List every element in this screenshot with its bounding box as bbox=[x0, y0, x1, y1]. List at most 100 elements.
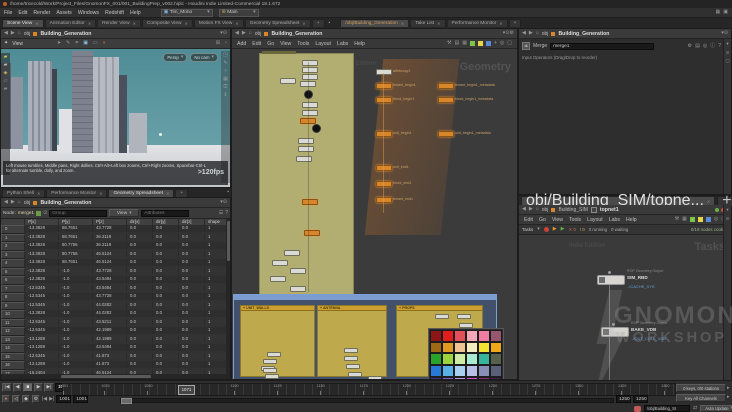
palette-swatch[interactable] bbox=[466, 330, 478, 342]
table-row[interactable]: 16 -13.1288 -1.0 41.873 0.0 0.0 0.0 1 bbox=[1, 361, 227, 370]
pane-menu-icon[interactable]: ▪ bbox=[227, 190, 229, 195]
sop-node[interactable] bbox=[298, 138, 314, 144]
topnet-menu-edit[interactable]: Edit bbox=[524, 217, 533, 223]
horizontal-scrollbar[interactable] bbox=[1, 374, 230, 379]
sop-node[interactable] bbox=[376, 83, 392, 89]
row-id[interactable]: 13 bbox=[1, 335, 25, 344]
palette-swatch[interactable] bbox=[490, 365, 502, 377]
net-menu-tools[interactable]: Tools bbox=[297, 41, 309, 47]
sop-node[interactable] bbox=[304, 230, 320, 236]
palette-swatch[interactable] bbox=[478, 376, 490, 379]
path-node-name[interactable]: Building_Generation bbox=[271, 31, 322, 37]
chevron-down-icon[interactable]: ▾ bbox=[726, 41, 728, 47]
null-node[interactable] bbox=[312, 124, 321, 133]
home-icon[interactable]: ⌂ bbox=[18, 200, 21, 205]
table-row[interactable]: 13 -13.1288 -1.0 42.1989 0.0 0.0 0.0 1 bbox=[1, 335, 227, 344]
close-icon[interactable]: ✕ bbox=[35, 21, 38, 26]
range-slider[interactable] bbox=[120, 398, 614, 404]
menu-file[interactable]: File bbox=[4, 10, 12, 16]
table-row[interactable]: 5 -12.3828 -1.0 43.7728 0.0 0.0 0.0 1 bbox=[1, 267, 227, 276]
path-root[interactable]: obj bbox=[542, 207, 549, 213]
sop-node[interactable] bbox=[302, 199, 318, 205]
window-menu-icon[interactable] bbox=[3, 2, 7, 6]
sop-node[interactable] bbox=[280, 78, 296, 84]
tab-scene-view[interactable]: Scene View ✕ bbox=[2, 19, 44, 27]
row-id[interactable]: 14 bbox=[1, 344, 25, 353]
table-row[interactable]: 7 -12.5345 -1.0 43.5484 0.0 0.0 0.0 1 bbox=[1, 284, 227, 293]
top-node-path[interactable]: ../OUT_COLL_VDB bbox=[631, 336, 666, 341]
table-row[interactable]: 14 -13.1288 -1.0 43.5484 0.0 0.0 0.0 1 bbox=[1, 344, 227, 353]
range-start2-field[interactable]: 1001 bbox=[73, 395, 89, 403]
step-back-icon[interactable]: |◀ bbox=[42, 396, 47, 402]
table-row[interactable]: 15 -12.5345 -1.0 41.873 0.0 0.0 0.0 1 bbox=[1, 352, 227, 361]
palette-swatch[interactable] bbox=[430, 341, 442, 354]
go-start-button[interactable]: |◀ bbox=[2, 383, 12, 392]
preset-icon[interactable]: ▤ bbox=[695, 43, 700, 49]
table-row[interactable]: 12 -12.5345 -1.0 42.1989 0.0 0.0 0.0 1 bbox=[1, 327, 227, 336]
palette-swatch[interactable] bbox=[454, 365, 466, 377]
palette-swatch[interactable] bbox=[430, 376, 442, 379]
close-icon[interactable]: ✕ bbox=[235, 21, 238, 26]
tab-geometry-spreadsheet[interactable]: Geometry Spreadsheet ✕ bbox=[244, 19, 311, 27]
auto-update-dropdown[interactable]: Auto Update ▾ bbox=[700, 405, 732, 412]
menu-help[interactable]: Help bbox=[130, 10, 141, 16]
path-node-name[interactable]: Building_Generation bbox=[40, 200, 91, 206]
search-icon[interactable]: ◎ bbox=[714, 217, 718, 222]
view-tool-icon[interactable]: ✦ bbox=[4, 41, 8, 46]
color-swatch-icon[interactable] bbox=[477, 41, 483, 46]
cook-icon[interactable]: ▶ bbox=[561, 227, 565, 232]
sop-node[interactable] bbox=[265, 374, 279, 379]
sop-node[interactable] bbox=[344, 348, 358, 353]
cancel-cook-icon[interactable] bbox=[543, 227, 549, 232]
viewport-layout-icon[interactable]: ⊞ bbox=[216, 41, 220, 46]
tab-performance-monitor[interactable]: Performance Monitor ✕ bbox=[446, 19, 508, 27]
net-menu-help[interactable]: Help bbox=[354, 41, 365, 47]
path-root[interactable]: obj bbox=[24, 31, 31, 37]
palette-swatch[interactable] bbox=[430, 330, 442, 342]
table-row[interactable]: 9 -12.5345 -1.0 44.0282 0.0 0.0 0.0 1 bbox=[1, 301, 227, 310]
sop-node[interactable] bbox=[267, 352, 281, 357]
tools-icon[interactable]: ⚒ bbox=[675, 217, 679, 222]
topnet-menu-help[interactable]: Help bbox=[626, 217, 637, 223]
sop-node[interactable] bbox=[270, 276, 286, 282]
tab--[interactable]: + bbox=[508, 19, 522, 27]
table-row[interactable]: 3 -13.3828 80.7756 46.5124 0.0 0.0 0.0 1 bbox=[1, 250, 227, 259]
row-id[interactable]: 15 bbox=[1, 352, 25, 361]
path-root[interactable]: obj bbox=[24, 200, 31, 206]
shelf-tool-icon[interactable]: ▰ bbox=[4, 55, 8, 60]
row-id[interactable]: 2 bbox=[1, 242, 25, 251]
tab-geometry-spreadsheet[interactable]: Geometry Spreadsheet ✕ bbox=[108, 188, 175, 197]
options-button[interactable]: ⚙ bbox=[32, 395, 40, 403]
gear-icon[interactable]: ⚙ bbox=[688, 43, 692, 49]
persp-menu[interactable]: Persp ▾ bbox=[163, 53, 188, 62]
row-id[interactable]: 7 bbox=[1, 284, 25, 293]
topnet-menu-view[interactable]: View bbox=[552, 217, 563, 223]
back-icon[interactable]: ◀ bbox=[4, 200, 8, 205]
shaded-mode-icon[interactable]: ▣ bbox=[83, 41, 88, 46]
close-icon[interactable]: ✕ bbox=[99, 191, 102, 196]
home-icon[interactable]: ⌂ bbox=[536, 31, 539, 36]
forward-icon[interactable]: ▶ bbox=[529, 31, 533, 36]
sop-node[interactable] bbox=[296, 156, 312, 162]
sop-node[interactable] bbox=[376, 165, 392, 171]
sop-node[interactable] bbox=[346, 364, 360, 369]
close-icon[interactable]: ✕ bbox=[437, 21, 440, 26]
pin-icon[interactable]: ⊙ bbox=[726, 216, 730, 222]
sop-node[interactable] bbox=[344, 356, 358, 361]
sop-node[interactable] bbox=[263, 359, 277, 364]
expand-icon[interactable]: ▸ bbox=[727, 386, 730, 391]
sop-node[interactable] bbox=[438, 83, 454, 89]
tab-render-view[interactable]: Render View ✕ bbox=[97, 19, 141, 27]
home-icon[interactable]: ⌂ bbox=[536, 207, 539, 212]
color-swatch-icon[interactable] bbox=[705, 217, 711, 222]
snap-icon[interactable]: ⌗ bbox=[75, 41, 78, 46]
keys-info-button[interactable]: 0 keys, 0/0 stations bbox=[676, 384, 726, 392]
row-id[interactable]: 11 bbox=[1, 318, 25, 327]
search-icon[interactable]: ◎ bbox=[703, 43, 707, 49]
topnet-menu-layout[interactable]: Layout bbox=[587, 217, 603, 223]
sop-node[interactable] bbox=[376, 181, 392, 187]
path-node-name[interactable]: Building_Generation bbox=[558, 31, 609, 37]
table-row[interactable]: 6 -12.3828 -1.0 43.5484 0.0 0.0 0.0 1 bbox=[1, 276, 227, 285]
row-id[interactable]: 8 bbox=[1, 293, 25, 302]
path-root[interactable]: obj bbox=[255, 31, 262, 37]
